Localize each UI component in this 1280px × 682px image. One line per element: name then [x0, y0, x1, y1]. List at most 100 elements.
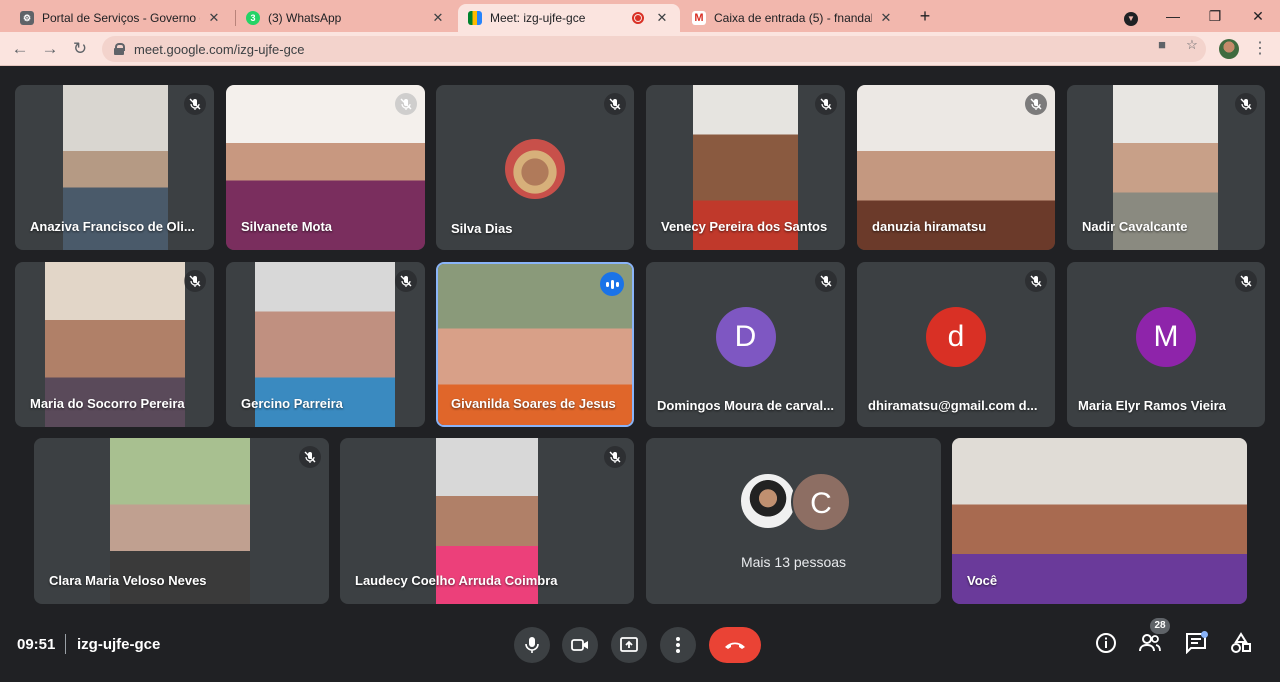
participant-tile[interactable]: Maria do Socorro Pereira — [15, 262, 214, 427]
mic-off-icon — [395, 270, 417, 292]
close-tab-icon[interactable]: ✕ — [654, 10, 670, 26]
tab-search-icon[interactable]: ▼ — [1116, 4, 1146, 28]
participant-initial-avatar: D — [715, 306, 776, 367]
mic-off-icon — [815, 93, 837, 115]
mic-off-icon — [604, 446, 626, 468]
call-end-icon — [725, 642, 745, 649]
url-text: meet.google.com/izg-ujfe-gce — [134, 41, 305, 57]
camera-button[interactable] — [562, 627, 598, 663]
meeting-details-button[interactable] — [1094, 631, 1118, 655]
tab-strip: ⚙ Portal de Serviços - Governo do Estado… — [0, 0, 1280, 32]
self-tile[interactable]: Você — [952, 438, 1247, 604]
mic-off-icon — [184, 270, 206, 292]
videocam-icon — [571, 639, 588, 651]
recording-icon — [632, 12, 644, 24]
participant-name: Maria do Socorro Pereira — [30, 396, 185, 411]
back-icon[interactable]: ← — [8, 37, 32, 61]
participant-tile[interactable]: Nadir Cavalcante — [1067, 85, 1265, 250]
lock-icon — [114, 43, 125, 55]
participant-tile[interactable]: d dhiramatsu@gmail.com d... — [857, 262, 1055, 427]
close-tab-icon[interactable]: ✕ — [878, 10, 894, 26]
more-people-tile[interactable]: C Mais 13 pessoas — [646, 438, 941, 604]
people-button[interactable] — [1138, 631, 1162, 655]
meeting-code: izg-ujfe-gce — [77, 636, 161, 653]
participant-name: Anaziva Francisco de Oli... — [30, 219, 195, 234]
people-icon — [1139, 634, 1161, 652]
people-count-badge: 28 — [1150, 618, 1170, 634]
speaking-indicator-icon — [600, 272, 624, 296]
participant-name: Maria Elyr Ramos Vieira — [1078, 398, 1226, 413]
more-vert-icon — [676, 637, 680, 653]
participant-tile[interactable]: Venecy Pereira dos Santos — [646, 85, 845, 250]
close-tab-icon[interactable]: ✕ — [430, 10, 446, 26]
reload-icon[interactable]: ↻ — [68, 37, 92, 61]
participant-tile[interactable]: Silvanete Mota — [226, 85, 425, 250]
participant-tile[interactable]: Laudecy Coelho Arruda Coimbra — [340, 438, 634, 604]
mic-off-icon — [184, 93, 206, 115]
more-people-label: Mais 13 pessoas — [740, 554, 847, 570]
mic-off-icon — [1235, 270, 1257, 292]
mic-off-icon — [1025, 93, 1047, 115]
activities-button[interactable] — [1229, 631, 1253, 655]
info-icon — [1096, 633, 1116, 653]
minimize-icon[interactable]: — — [1158, 4, 1188, 28]
forward-icon[interactable]: → — [38, 37, 62, 61]
profile-avatar[interactable] — [1219, 39, 1239, 59]
camera-icon[interactable]: ■ — [1154, 37, 1170, 53]
participant-tile[interactable]: Silva Dias — [436, 85, 634, 250]
tab-whatsapp[interactable]: 3 (3) WhatsApp ✕ — [236, 4, 456, 32]
meeting-controls-bar: 09:51 izg-ujfe-gce 28 — [0, 612, 1280, 682]
mic-off-icon — [604, 93, 626, 115]
mic-off-icon — [395, 93, 417, 115]
participant-name: Venecy Pereira dos Santos — [661, 219, 828, 234]
more-people-avatar — [739, 472, 797, 530]
more-options-button[interactable] — [660, 627, 696, 663]
gmail-icon: M — [692, 11, 706, 25]
mic-button[interactable] — [514, 627, 550, 663]
leave-call-button[interactable] — [709, 627, 761, 663]
present-screen-icon — [620, 637, 638, 652]
participant-name: danuzia hiramatsu — [872, 219, 987, 234]
participant-name: Givanilda Soares de Jesus — [451, 396, 616, 411]
restore-icon[interactable]: ❐ — [1200, 4, 1230, 28]
participant-tile[interactable]: M Maria Elyr Ramos Vieira — [1067, 262, 1265, 427]
participant-avatar — [505, 139, 565, 199]
whatsapp-icon: 3 — [246, 11, 260, 25]
present-button[interactable] — [611, 627, 647, 663]
tab-portal[interactable]: ⚙ Portal de Serviços - Governo do Estado… — [10, 4, 232, 32]
participant-tile[interactable]: Clara Maria Veloso Neves — [34, 438, 329, 604]
new-tab-icon[interactable]: + — [915, 6, 935, 26]
participant-tile[interactable]: D Domingos Moura de carval... — [646, 262, 845, 427]
participant-name: Domingos Moura de carval... — [657, 398, 834, 413]
mic-off-icon — [299, 446, 321, 468]
participant-name: Laudecy Coelho Arruda Coimbra — [355, 573, 558, 588]
meeting-time: 09:51 — [17, 636, 56, 653]
activities-shapes-icon — [1231, 632, 1251, 653]
address-bar[interactable]: meet.google.com/izg-ujfe-gce — [102, 36, 1206, 62]
participant-initial-avatar: d — [926, 306, 986, 367]
browser-menu-icon[interactable]: ⋮ — [1252, 39, 1268, 59]
mic-off-icon — [1235, 93, 1257, 115]
participant-name: Nadir Cavalcante — [1082, 219, 1188, 234]
tab-gmail[interactable]: M Caixa de entrada (5) - fnandabbri ✕ — [682, 4, 904, 32]
browser-toolbar: ← → ↻ meet.google.com/izg-ujfe-gce ■ ☆ ⋮ — [0, 32, 1280, 66]
mic-off-icon — [815, 270, 837, 292]
participant-name: Você — [967, 573, 998, 588]
meet-icon — [468, 11, 482, 25]
chat-notification-dot — [1201, 631, 1208, 638]
gov-icon: ⚙ — [20, 11, 34, 25]
close-tab-icon[interactable]: ✕ — [206, 10, 222, 26]
participant-tile-speaking[interactable]: Givanilda Soares de Jesus — [436, 262, 634, 427]
tab-meet[interactable]: Meet: izg-ujfe-gce ✕ — [458, 4, 680, 32]
participant-tile[interactable]: Gercino Parreira — [226, 262, 425, 427]
participant-name: dhiramatsu@gmail.com d... — [868, 398, 1038, 413]
mic-off-icon — [1025, 270, 1047, 292]
close-window-icon[interactable]: ✕ — [1243, 4, 1273, 28]
bookmark-star-icon[interactable]: ☆ — [1184, 37, 1200, 53]
participant-tile[interactable]: danuzia hiramatsu — [857, 85, 1055, 250]
mic-icon — [525, 637, 539, 653]
participant-name: Clara Maria Veloso Neves — [49, 573, 207, 588]
participant-tile[interactable]: Anaziva Francisco de Oli... — [15, 85, 214, 250]
more-people-initial-avatar: C — [791, 472, 851, 532]
participant-name: Gercino Parreira — [241, 396, 343, 411]
